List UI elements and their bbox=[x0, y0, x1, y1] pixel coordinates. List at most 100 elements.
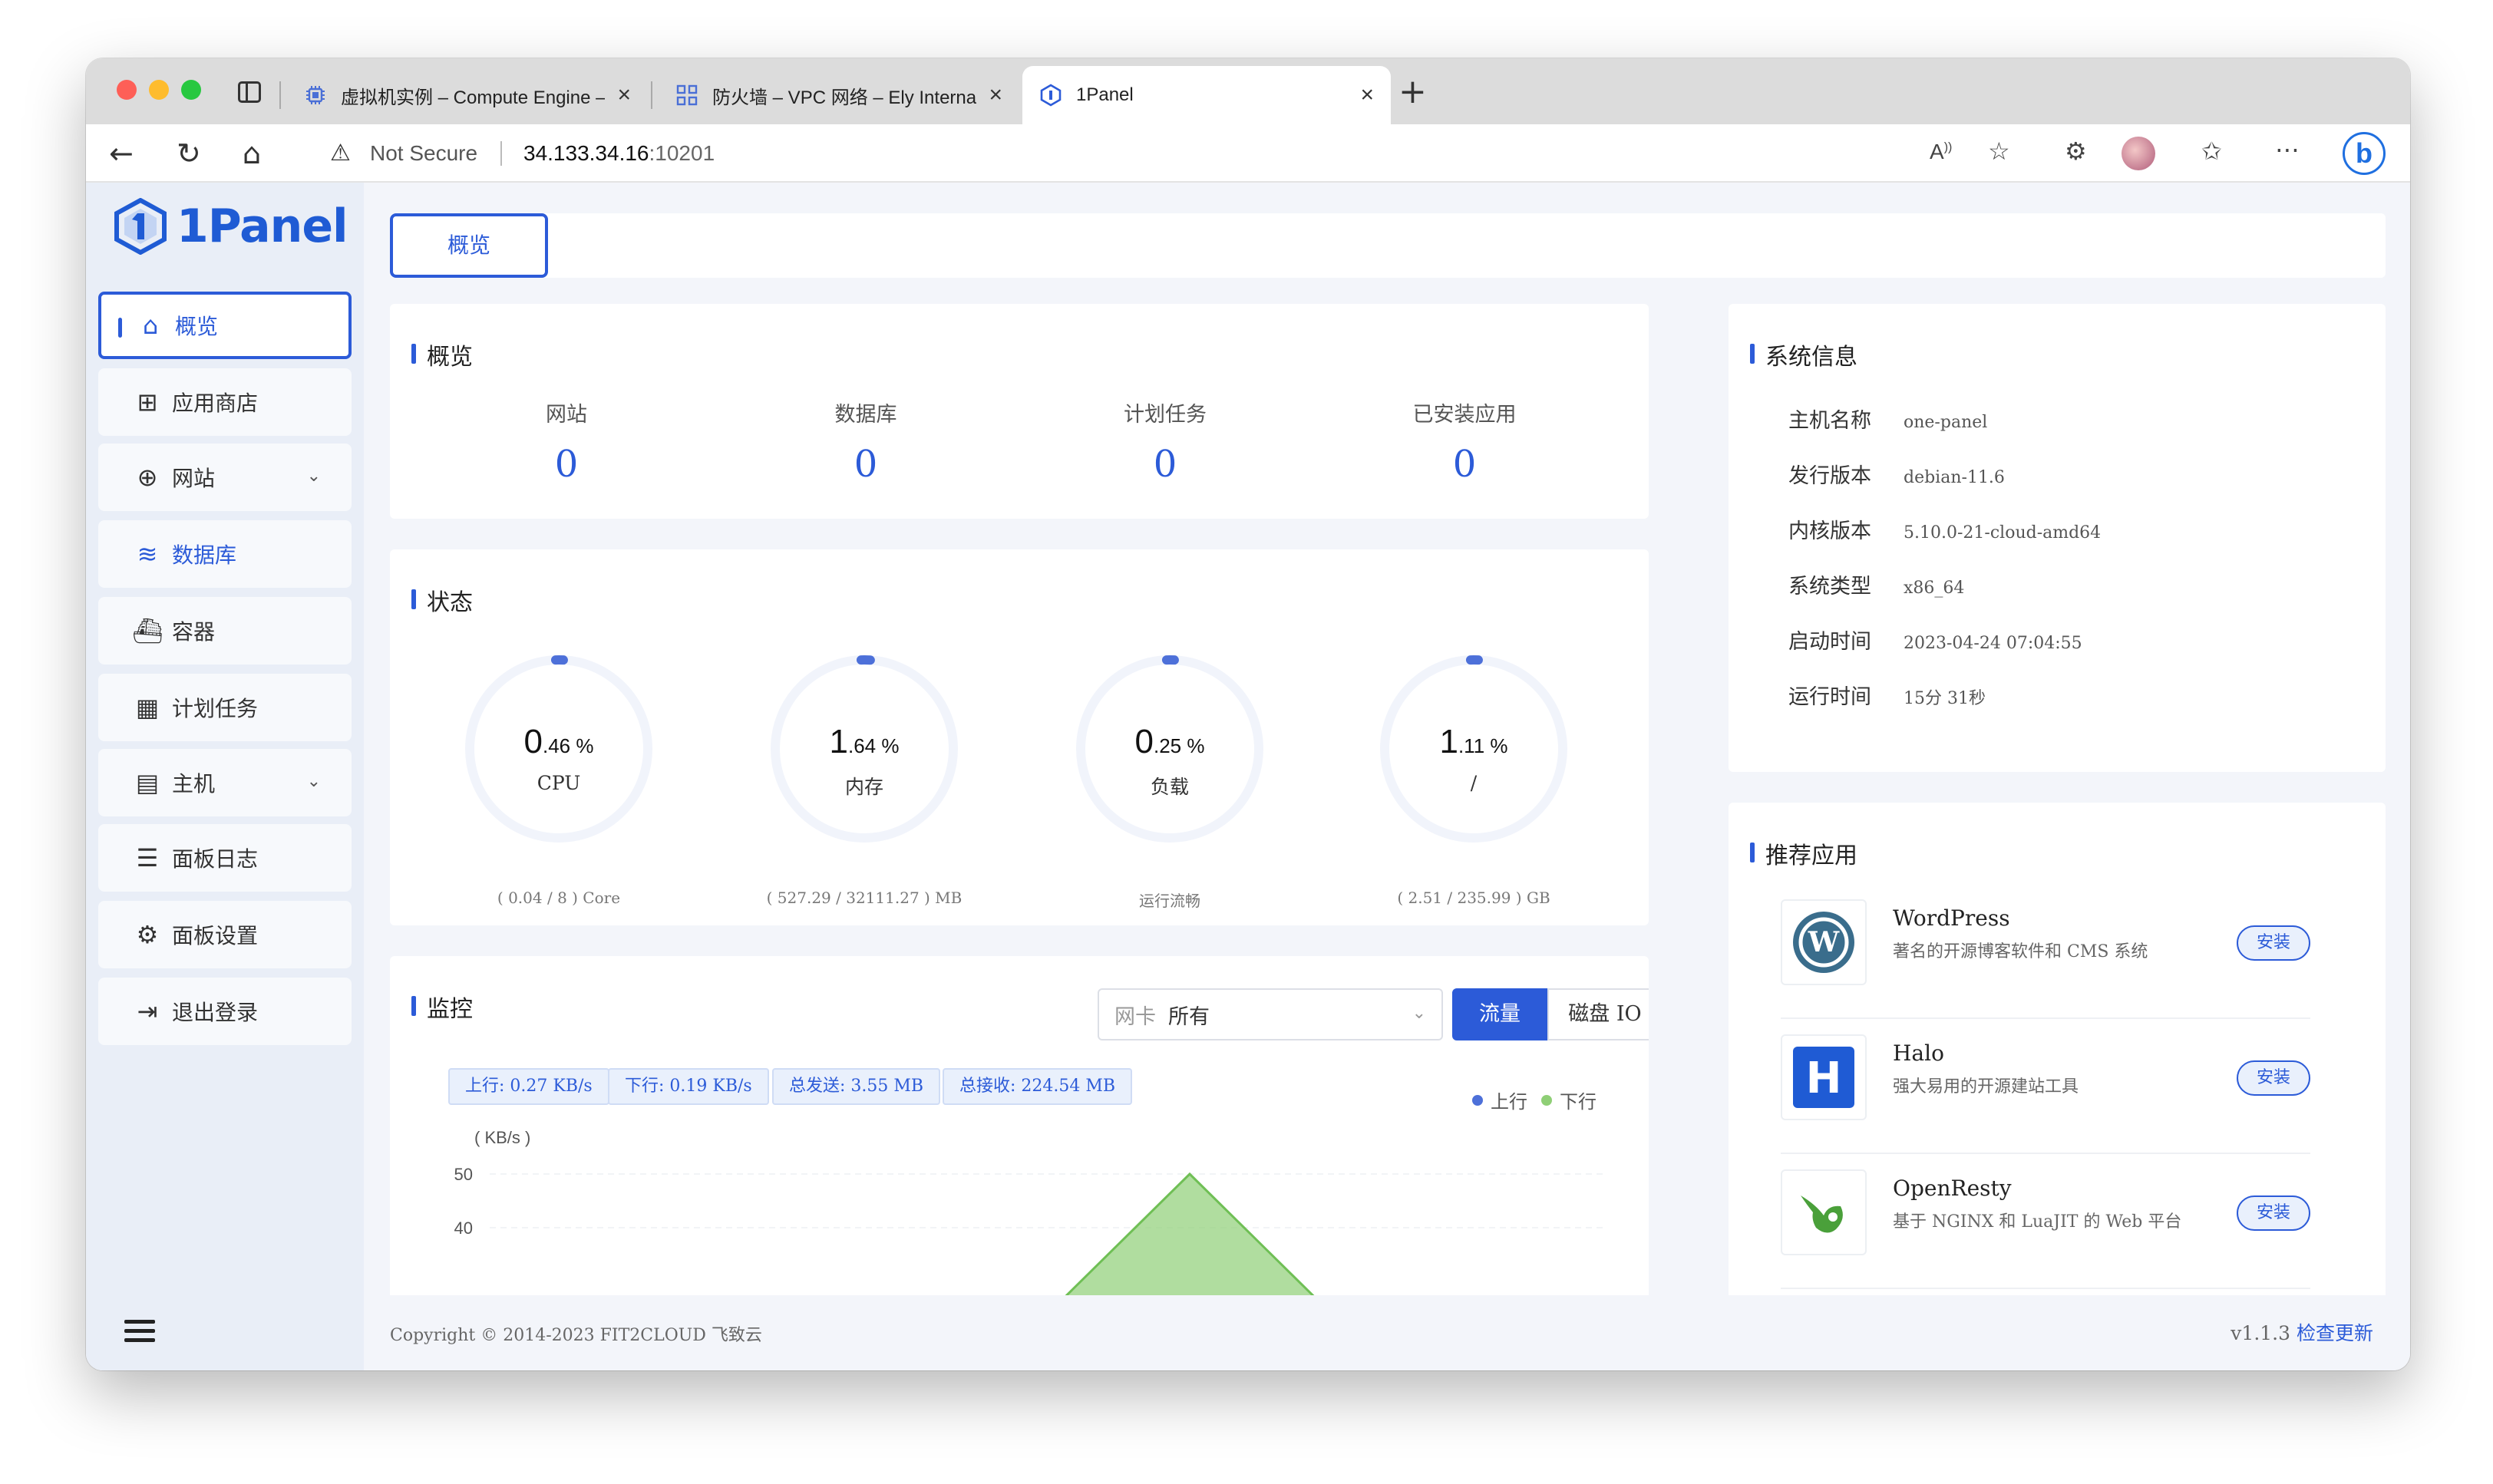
browser-toolbar: ← ↻ ⌂ ⚠ Not Secure 34.133.34.16:10201 A)… bbox=[86, 124, 2410, 183]
tab-title: 防火墙 – VPC 网络 – Ely Internal bbox=[712, 87, 977, 108]
gauge-sub: 运行流畅 bbox=[1139, 892, 1200, 910]
gear-icon: ⚙ bbox=[136, 920, 159, 949]
sidebar-item-label: 数据库 bbox=[172, 542, 237, 568]
app-row-wordpress: W WordPress 著名的开源博客软件和 CMS 系统 安装 bbox=[1781, 884, 2310, 1019]
status-gauge: 0.46 % CPU ( 0.04 / 8 ) Core bbox=[444, 649, 674, 907]
sidebar-item-settings[interactable]: ⚙ 面板设置 bbox=[98, 901, 352, 968]
zoom-window-button[interactable] bbox=[181, 80, 201, 100]
logo[interactable]: 1Panel bbox=[114, 198, 348, 255]
not-secure-label[interactable]: Not Secure bbox=[370, 141, 477, 166]
gauge-dec: .46 bbox=[542, 734, 571, 757]
address-bar[interactable]: 34.133.34.16:10201 bbox=[523, 141, 715, 166]
sidebar-item-logs[interactable]: ☰ 面板日志 bbox=[98, 824, 352, 892]
browser-tab-compute[interactable]: 虚拟机实例 – Compute Engine – × bbox=[287, 66, 648, 124]
install-button[interactable]: 安装 bbox=[2237, 1195, 2310, 1231]
profile-avatar[interactable] bbox=[2122, 137, 2155, 170]
chevron-down-icon: ⌄ bbox=[306, 467, 321, 486]
close-tab-icon[interactable]: × bbox=[617, 82, 631, 108]
overview-databases[interactable]: 数据库 0 bbox=[720, 397, 1012, 486]
gauge-percent: 0.25 % bbox=[1055, 723, 1285, 761]
sidebar-item-host[interactable]: ▤ 主机 ⌄ bbox=[98, 749, 352, 816]
sysinfo-row: 主机名称 one-panel bbox=[1788, 404, 1987, 434]
minimize-window-button[interactable] bbox=[149, 80, 169, 100]
collapse-menu-icon[interactable] bbox=[124, 1320, 155, 1344]
globe-icon: ⊕ bbox=[137, 463, 158, 492]
sidebar-item-label: 退出登录 bbox=[172, 1000, 259, 1025]
version-text: v1.1.3 bbox=[2230, 1322, 2291, 1344]
install-button[interactable]: 安装 bbox=[2237, 925, 2310, 961]
close-window-button[interactable] bbox=[117, 80, 137, 100]
grid-icon: ⊞ bbox=[137, 387, 158, 417]
reload-icon[interactable]: ↻ bbox=[177, 138, 201, 169]
status-title: 状态 bbox=[411, 583, 473, 617]
logo-text: 1Panel bbox=[177, 200, 348, 253]
overview-installed-apps[interactable]: 已安装应用 0 bbox=[1319, 397, 1610, 486]
docker-icon: ⛴ bbox=[132, 616, 163, 645]
sysinfo-value: 5.10.0-21-cloud-amd64 bbox=[1904, 523, 2102, 542]
status-gauge: 0.25 % 负载 运行流畅 bbox=[1055, 649, 1285, 910]
sidebar-toggle-icon[interactable] bbox=[238, 81, 261, 103]
sidebar-item-website[interactable]: ⊕ 网站 ⌄ bbox=[98, 444, 352, 511]
app-desc: 著名的开源博客软件和 CMS 系统 bbox=[1893, 942, 2148, 961]
gauge-percent: 1.64 % bbox=[749, 723, 979, 761]
close-tab-icon[interactable]: × bbox=[989, 82, 1002, 108]
favorites-icon[interactable]: ✩ bbox=[2201, 137, 2222, 166]
gauge-int: 1 bbox=[1439, 723, 1458, 760]
sidebar: 1Panel ⌂ 概览 ⊞ 应用商店 ⊕ 网站 ⌄ ≋ 数据库 ⛴ 容器 ▦ 计… bbox=[86, 183, 364, 1370]
new-tab-icon[interactable]: + bbox=[1398, 72, 1427, 111]
gauge-sub: ( 527.29 / 32111.27 ) MB bbox=[766, 889, 963, 907]
back-icon[interactable]: ← bbox=[109, 138, 134, 169]
warning-icon[interactable]: ⚠ bbox=[330, 140, 351, 167]
overview-value: 0 bbox=[854, 443, 878, 486]
gauge-unit: % bbox=[1181, 734, 1205, 757]
footer: Copyright © 2014-2023 FIT2CLOUD 飞致云 v1.1… bbox=[364, 1295, 2410, 1370]
extensions-icon[interactable]: ⚙ bbox=[2065, 137, 2087, 166]
status-card: 状态 0.46 % CPU( 0.04 / 8 ) Core 1.64 % 内存( 5… bbox=[390, 549, 1649, 925]
home-icon[interactable]: ⌂ bbox=[243, 138, 261, 169]
sidebar-item-label: 面板设置 bbox=[172, 923, 259, 948]
browser-tab-firewall[interactable]: 防火墙 – VPC 网络 – Ely Internal × bbox=[659, 66, 1019, 124]
add-favorite-icon[interactable]: ☆ bbox=[1988, 137, 2010, 166]
gauge-percent: 1.11 % bbox=[1359, 723, 1589, 761]
sysinfo-key: 发行版本 bbox=[1788, 464, 1871, 488]
sysinfo-value: 2023-04-24 07:04:55 bbox=[1904, 634, 2082, 653]
page-tab-bar: 概览 bbox=[390, 213, 2386, 278]
halo-icon: H bbox=[1781, 1034, 1867, 1120]
sysinfo-value: one-panel bbox=[1904, 413, 1988, 432]
read-aloud-icon[interactable]: A)) bbox=[1930, 140, 1952, 164]
gauge-dec: .11 bbox=[1458, 734, 1485, 757]
sysinfo-value: x86_64 bbox=[1904, 579, 1965, 598]
install-button[interactable]: 安装 bbox=[2237, 1060, 2310, 1096]
copyright-text: Copyright © 2014-2023 FIT2CLOUD 飞致云 bbox=[390, 1326, 762, 1345]
sidebar-item-overview[interactable]: ⌂ 概览 bbox=[98, 292, 352, 359]
overview-websites[interactable]: 网站 0 bbox=[421, 397, 712, 486]
sidebar-item-container[interactable]: ⛴ 容器 bbox=[98, 597, 352, 665]
tab-title: 虚拟机实例 – Compute Engine – bbox=[341, 87, 606, 108]
gauge-dec: .64 bbox=[847, 734, 877, 757]
close-tab-icon[interactable]: × bbox=[1360, 82, 1374, 108]
openresty-icon bbox=[1781, 1169, 1867, 1255]
copilot-icon[interactable]: b bbox=[2343, 132, 2386, 175]
sysinfo-row: 发行版本 debian-11.6 bbox=[1788, 459, 2005, 489]
more-icon[interactable]: ⋯ bbox=[2275, 135, 2300, 164]
sidebar-item-logout[interactable]: ⇥ 退出登录 bbox=[98, 978, 352, 1045]
gauge-unit: % bbox=[1484, 734, 1508, 757]
browser-tab-1panel[interactable]: 1Panel × bbox=[1022, 66, 1391, 124]
tab-overview[interactable]: 概览 bbox=[390, 213, 548, 278]
server-icon: ▤ bbox=[135, 768, 160, 797]
overview-label: 计划任务 bbox=[1124, 403, 1207, 427]
sidebar-item-appstore[interactable]: ⊞ 应用商店 bbox=[98, 368, 352, 436]
overview-label: 已安装应用 bbox=[1412, 403, 1517, 427]
chart-ytick-label: 40 bbox=[454, 1219, 473, 1238]
sysinfo-value: debian-11.6 bbox=[1904, 468, 2005, 487]
gauge-dec: .25 bbox=[1153, 734, 1182, 757]
overview-value: 0 bbox=[554, 443, 579, 486]
sidebar-item-database[interactable]: ≋ 数据库 bbox=[98, 520, 352, 588]
sysinfo-key: 启动时间 bbox=[1788, 630, 1871, 654]
overview-cronjobs[interactable]: 计划任务 0 bbox=[1019, 397, 1311, 486]
sidebar-item-label: 概览 bbox=[175, 314, 219, 339]
sidebar-item-cronjob[interactable]: ▦ 计划任务 bbox=[98, 674, 352, 741]
tab-separator bbox=[651, 81, 652, 109]
gauge-label: CPU bbox=[537, 772, 581, 794]
check-update-link[interactable]: 检查更新 bbox=[2297, 1322, 2373, 1344]
